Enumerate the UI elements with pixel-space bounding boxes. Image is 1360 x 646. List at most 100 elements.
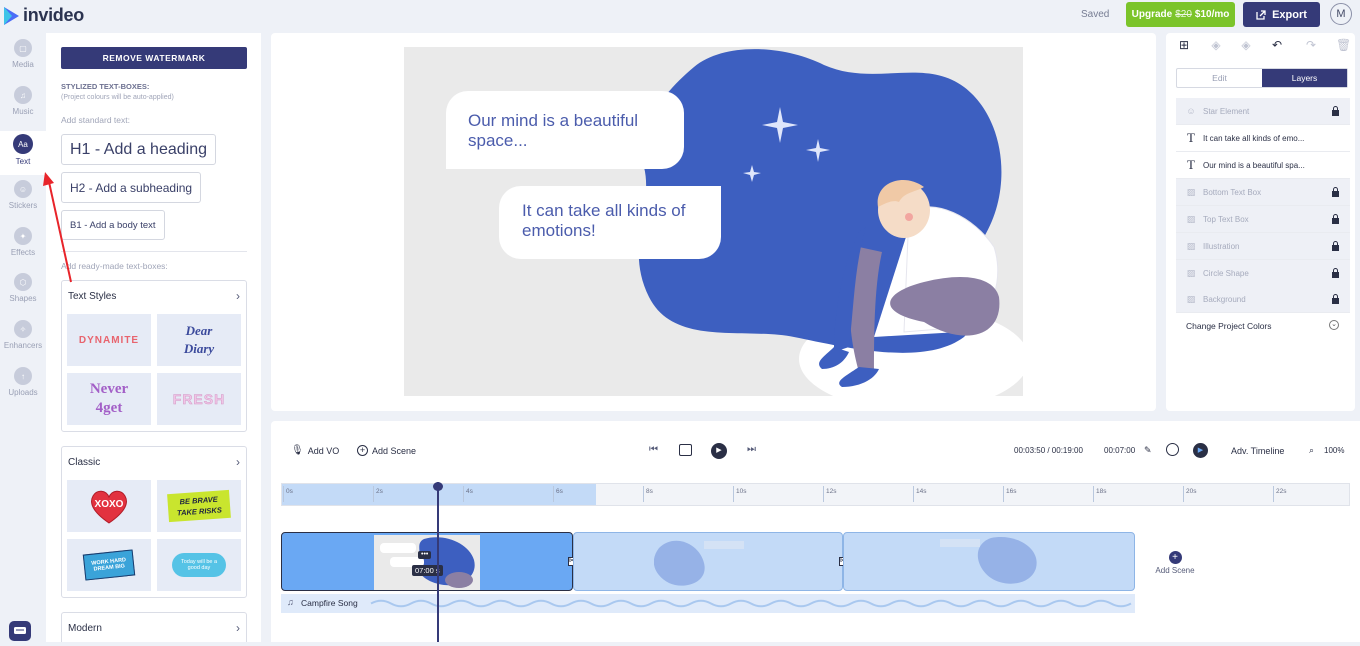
pencil-icon[interactable]: ✎	[1144, 445, 1152, 456]
zoom-level[interactable]: 100%	[1324, 446, 1344, 455]
preview-play-icon[interactable]: ▶	[1193, 443, 1208, 458]
sticker-icon: ☺	[14, 180, 32, 198]
audio-track[interactable]: ♫ Campfire Song	[281, 594, 1135, 613]
style-thumb-fresh[interactable]: FRESH	[157, 373, 241, 425]
upgrade-old-price: $20	[1175, 9, 1192, 20]
lock-icon[interactable]	[1331, 214, 1340, 224]
layer-row[interactable]: ▨ Illustration	[1176, 233, 1350, 260]
more-options-icon[interactable]: •••	[418, 551, 432, 559]
rail-label: Uploads	[8, 388, 38, 397]
add-subheading-button[interactable]: H2 - Add a subheading	[61, 172, 202, 203]
chevron-right-icon[interactable]: ›	[236, 455, 240, 469]
image-icon: ▨	[1186, 267, 1196, 278]
style-thumb-dear-diary[interactable]: Dear Diary	[157, 314, 241, 366]
add-vo-button[interactable]: 🎙 Add VO	[291, 445, 339, 456]
history-icon[interactable]	[1166, 443, 1179, 456]
classic-thumb-xoxo[interactable]: XOXO	[67, 480, 151, 532]
rail-item-enhancers[interactable]: ✧ Enhancers	[0, 320, 46, 364]
adv-timeline-button[interactable]: Adv. Timeline	[1231, 446, 1284, 456]
layer-down-icon[interactable]: ◈	[1209, 38, 1223, 52]
plus-circle-icon: +	[357, 445, 368, 456]
delete-icon[interactable]: 🗑	[1336, 38, 1351, 52]
section-title: Classic	[68, 457, 101, 468]
layer-row[interactable]: T Our mind is a beautiful spa...	[1176, 152, 1350, 179]
layer-row[interactable]: ▨ Bottom Text Box	[1176, 179, 1350, 206]
export-button[interactable]: Export	[1243, 2, 1320, 27]
classic-thumb-good-day[interactable]: Today will be a good day	[157, 539, 241, 591]
scene-clip-3[interactable]	[843, 532, 1135, 591]
skip-back-icon[interactable]: ⏮	[649, 444, 658, 455]
sticker-icon: ☺	[1186, 106, 1196, 116]
ruler-tick: 20s	[1182, 486, 1197, 502]
undo-icon[interactable]: ↶	[1270, 38, 1284, 52]
skip-forward-icon[interactable]: ⏭	[747, 444, 756, 455]
text-box-bottom[interactable]: It can take all kinds of emotions!	[499, 186, 721, 259]
ruler-tick: 2s	[373, 486, 383, 502]
chevron-right-icon[interactable]: ›	[236, 621, 240, 635]
lock-icon[interactable]	[1331, 294, 1340, 304]
layer-up-icon[interactable]: ◈	[1239, 38, 1253, 52]
layer-row[interactable]: T It can take all kinds of emo...	[1176, 125, 1350, 152]
layer-row[interactable]: ☺ Star Element	[1176, 98, 1350, 125]
playhead-handle[interactable]	[433, 482, 443, 491]
rail-item-media[interactable]: ▢ Media	[0, 39, 46, 83]
classic-thumb-be-brave[interactable]: BE BRAVE TAKE RISKS	[157, 480, 241, 532]
style-thumb-dynamite[interactable]: DYNAMITE	[67, 314, 151, 366]
time-readout: 00:03:50 / 00:19:00	[1014, 446, 1083, 455]
playhead[interactable]	[437, 482, 439, 642]
add-scene-end-label: Add Scene	[1155, 566, 1195, 575]
ruler-tick: 18s	[1092, 486, 1107, 502]
brand-logo[interactable]: invideo	[4, 5, 84, 26]
ruler-tick: 6s	[553, 486, 563, 502]
chevron-down-icon[interactable]: ⌄	[1329, 320, 1339, 330]
preview-scene-icon[interactable]	[679, 444, 692, 456]
classic-thumb-work-hard[interactable]: WORK HARD DREAM BIG	[67, 539, 151, 591]
heart-sticker: XOXO	[89, 487, 129, 525]
lock-icon[interactable]	[1331, 241, 1340, 251]
upgrade-label: Upgrade	[1131, 9, 1173, 20]
redo-icon[interactable]: ↷	[1304, 38, 1318, 52]
add-scene-end-button[interactable]: + Add Scene	[1149, 547, 1201, 577]
bottom-text: It can take all kinds of emotions!	[522, 201, 686, 240]
video-stage[interactable]: Our mind is a beautiful space... It can …	[404, 47, 1023, 396]
scene-clip-1[interactable]: 07:00 s •••	[281, 532, 573, 591]
layer-row[interactable]: ▨ Top Text Box	[1176, 206, 1350, 233]
style-thumb-never-4get[interactable]: Never 4get	[67, 373, 151, 425]
section-modern: Modern ›	[61, 612, 247, 642]
tab-edit[interactable]: Edit	[1177, 69, 1262, 87]
add-scene-button[interactable]: + Add Scene	[357, 445, 416, 456]
audio-waveform	[370, 599, 1132, 608]
upgrade-button[interactable]: Upgrade $20 $10/mo	[1126, 2, 1235, 27]
rail-label: Media	[12, 60, 34, 69]
clip-thumb-illustration	[380, 537, 475, 588]
effects-icon: ✦	[14, 227, 32, 245]
grid-icon[interactable]: ⊞	[1177, 38, 1191, 52]
tab-layers[interactable]: Layers	[1262, 69, 1347, 87]
image-icon: ▨	[1186, 240, 1196, 251]
user-avatar[interactable]: M	[1330, 3, 1352, 25]
add-heading-button[interactable]: H1 - Add a heading	[61, 134, 216, 165]
chevron-right-icon[interactable]: ›	[236, 289, 240, 303]
lock-icon[interactable]	[1331, 268, 1340, 278]
ruler-tick: 8s	[643, 486, 653, 502]
change-project-colors[interactable]: Change Project Colors	[1186, 321, 1272, 331]
scene-duration[interactable]: 00:07:00	[1104, 446, 1135, 455]
rail-item-text[interactable]: Aa Text	[0, 131, 46, 175]
zoom-icon[interactable]: ⌕	[1309, 445, 1314, 456]
rail-item-uploads[interactable]: ↑ Uploads	[0, 367, 46, 411]
layer-row[interactable]: ▨ Circle Shape	[1176, 260, 1350, 287]
clip-thumbnail	[940, 537, 1037, 584]
text-box-top[interactable]: Our mind is a beautiful space...	[446, 91, 684, 169]
upload-icon: ↑	[14, 367, 32, 385]
stylized-note: (Project colours will be auto-applied)	[61, 94, 174, 101]
layer-row[interactable]: ▨ Background	[1176, 286, 1350, 313]
ruler-tick: 14s	[912, 486, 927, 502]
lock-icon[interactable]	[1331, 106, 1340, 116]
thumb-text: FRESH	[172, 391, 226, 408]
lock-icon[interactable]	[1331, 187, 1340, 197]
scene-clip-2[interactable]	[573, 532, 843, 591]
chat-support-button[interactable]	[9, 621, 31, 641]
play-button[interactable]: ▶	[711, 443, 727, 459]
rail-item-music[interactable]: ♫ Music	[0, 86, 46, 130]
remove-watermark-button[interactable]: REMOVE WATERMARK	[61, 47, 247, 69]
